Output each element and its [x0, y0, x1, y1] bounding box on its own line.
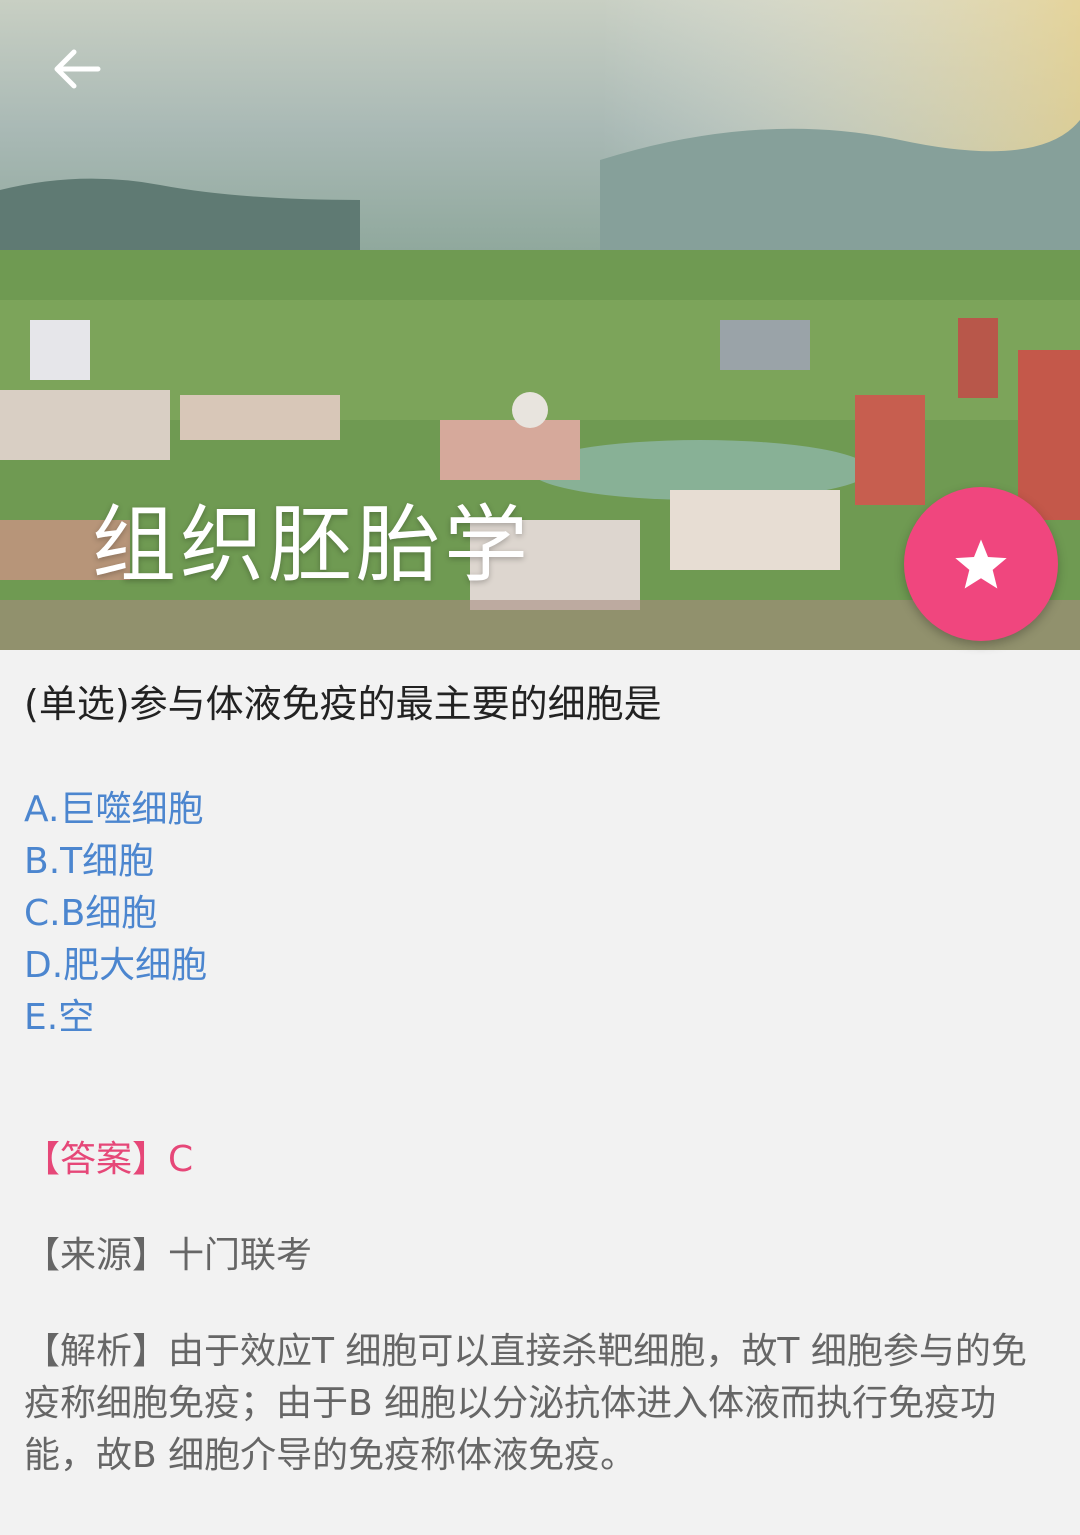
- option-c[interactable]: C.B细胞: [24, 888, 1054, 940]
- question-panel: (单选)参与体液免疫的最主要的细胞是 A.巨噬细胞 B.T细胞 C.B细胞 D.…: [24, 676, 1054, 1044]
- analysis-text: 【解析】由于效应T 细胞可以直接杀靶细胞，故T 细胞参与的免疫称细胞免疫；由于B…: [24, 1331, 1027, 1476]
- answer-text: 【答案】C: [24, 1139, 194, 1180]
- arrow-left-icon: [54, 49, 101, 89]
- option-b[interactable]: B.T细胞: [24, 836, 1054, 888]
- favorite-button[interactable]: [904, 487, 1058, 641]
- option-d[interactable]: D.肥大细胞: [24, 940, 1054, 992]
- option-a[interactable]: A.巨噬细胞: [24, 784, 1054, 836]
- star-icon: [955, 539, 1007, 589]
- page-title: 组织胚胎学: [92, 496, 533, 594]
- option-list: A.巨噬细胞 B.T细胞 C.B细胞 D.肥大细胞 E.空: [24, 784, 1054, 1044]
- back-button[interactable]: [44, 36, 110, 102]
- option-e[interactable]: E.空: [24, 992, 1054, 1044]
- question-text: (单选)参与体液免疫的最主要的细胞是: [24, 682, 662, 726]
- source-text: 【来源】十门联考: [24, 1235, 313, 1276]
